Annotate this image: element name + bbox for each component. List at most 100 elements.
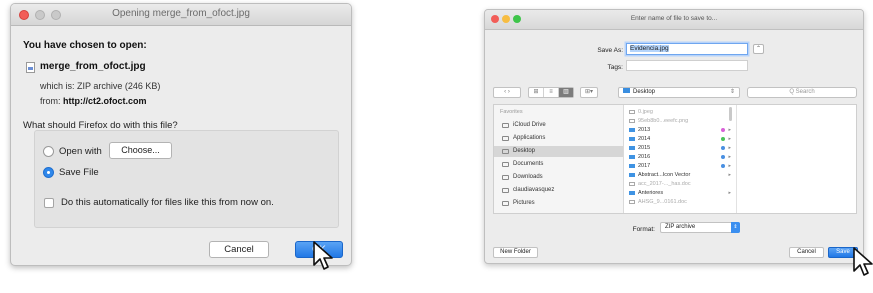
file-list-item[interactable]: acc_2017-..._has.doc [624,180,736,188]
from-prefix: from: [40,96,64,106]
file-list-item[interactable]: 0.jpeg [624,108,736,116]
file-type-info: which is: ZIP archive (246 KB) [40,81,161,91]
save-as-input[interactable]: Evidencia.jpg [626,43,748,55]
mouse-pointer-icon [313,241,333,270]
folder-icon [623,88,630,93]
sidebar-item[interactable]: Pictures [494,198,623,209]
image-file-icon [26,62,35,73]
folder-icon [629,128,635,132]
sidebar-item-icon [502,162,509,167]
column-view-icon[interactable]: ▥ [559,88,573,97]
sidebar-item-label: Documents [513,161,544,167]
back-forward-buttons[interactable]: ‹ › [493,87,521,98]
cancel-button[interactable]: Cancel [209,241,269,258]
sidebar-item-label: Applications [513,135,546,141]
chosen-to-open-heading: You have chosen to open: [23,40,147,51]
file-name: AHSG_9...0161.doc [638,199,687,205]
save-as-label: Save As: [597,47,623,54]
do-automatically-label[interactable]: Do this automatically for files like thi… [61,197,274,208]
format-value: ZIP archive [665,224,696,230]
document-icon [629,110,635,114]
file-name: acc_2017-..._has.doc [638,181,691,187]
file-name: 2014 [638,136,651,142]
action-options-group [34,130,339,228]
firefox-open-dialog: Opening merge_from_ofoct.jpg You have ch… [10,3,352,266]
icon-view-icon[interactable]: ⊞ [529,88,544,97]
file-list-item[interactable]: 2016 ▸ [624,153,736,161]
save-file-radio[interactable] [43,167,54,178]
sidebar-item-label: claudiavasquez [513,187,555,193]
tags-input[interactable] [626,60,748,71]
file-name: merge_from_ofoct.jpg [40,61,146,72]
document-icon [629,182,635,186]
sidebar-item-icon [502,201,509,206]
do-automatically-checkbox[interactable] [44,198,54,208]
file-list-item[interactable]: Abstract...Icon Vector ▸ [624,171,736,179]
list-view-icon[interactable]: ≡ [544,88,559,97]
file-list-item[interactable]: 95eb8b0...eeefc.png [624,117,736,125]
sidebar-item-icon [502,175,509,180]
sidebar-item[interactable]: claudiavasquez [494,185,623,196]
file-name: 2017 [638,163,651,169]
disclosure-arrow-icon: ▸ [728,154,731,160]
color-tag-dot [721,164,725,168]
sidebar-item[interactable]: iCloud Drive [494,120,623,131]
dialog-title: Opening merge_from_ofoct.jpg [112,8,250,19]
file-column: 0.jpeg 95eb8b0...eeefc.png 2013 ▸ 2014 ▸ 2015 ▸… [624,105,737,213]
browser-toolbar: ‹ › ⊞ ≡ ▥ ⊞▾ Desktop ⇕ Q Search [485,84,863,100]
color-tag-dot [721,137,725,141]
sidebar-item[interactable]: Downloads [494,172,623,183]
disclosure-arrow-icon: ▸ [728,136,731,142]
color-tag-dot [721,155,725,159]
choose-application-button[interactable]: Choose... [109,142,172,159]
tags-label: Tags: [607,64,623,71]
chevron-updown-icon: ⇕ [731,222,740,233]
new-folder-button[interactable]: New Folder [493,247,538,258]
open-with-radio[interactable] [43,146,54,157]
sidebar-item-icon [502,123,509,128]
cancel-button[interactable]: Cancel [789,247,824,258]
open-with-label[interactable]: Open with [59,146,102,157]
location-popup[interactable]: Desktop ⇕ [618,87,740,98]
file-list-item[interactable]: 2015 ▸ [624,144,736,152]
format-label: Format: [632,226,655,233]
folder-icon [629,137,635,141]
file-name: 2013 [638,127,651,133]
arrange-menu-button[interactable]: ⊞▾ [580,87,598,98]
folder-icon [629,191,635,195]
file-list-item[interactable]: AHSG_9...0161.doc [624,198,736,206]
sidebar-item-label: Downloads [513,174,543,180]
color-tag-dot [721,128,725,132]
folder-icon [629,173,635,177]
folder-icon [629,164,635,168]
folder-icon [629,146,635,150]
file-list-item[interactable]: 2017 ▸ [624,162,736,170]
sidebar-item[interactable]: Desktop [494,146,623,157]
save-file-label[interactable]: Save File [59,167,99,178]
document-icon [629,119,635,123]
mouse-pointer-icon [853,247,873,276]
sidebar-heading: Favorites [500,109,523,115]
file-list-item[interactable]: 2013 ▸ [624,126,736,134]
expand-dialog-button[interactable]: ⌃ [753,44,764,54]
chevron-updown-icon: ⇕ [729,89,735,95]
disclosure-arrow-icon: ▸ [728,190,731,196]
file-list-item[interactable]: 2014 ▸ [624,135,736,143]
disclosure-arrow-icon: ▸ [728,172,731,178]
view-mode-segment[interactable]: ⊞ ≡ ▥ [528,87,574,98]
format-select[interactable]: ZIP archive ⇕ [660,222,740,233]
sidebar-item-label: Desktop [513,148,536,154]
title-bar[interactable]: Enter name of file to save to... [485,10,863,30]
file-list-item[interactable]: Anteriores ▸ [624,189,736,197]
document-icon [629,200,635,204]
dialog-title: Enter name of file to save to... [630,15,718,22]
search-input[interactable]: Q Search [747,87,857,98]
sidebar-item-label: Pictures [513,200,535,206]
disclosure-arrow-icon: ▸ [728,127,731,133]
title-bar[interactable]: Opening merge_from_ofoct.jpg [11,4,351,26]
sidebar-item[interactable]: Documents [494,159,623,170]
sidebar-item-label: iCloud Drive [513,122,546,128]
sidebar-item[interactable]: Applications [494,133,623,144]
file-name: 2016 [638,154,651,160]
file-name: 0.jpeg [638,109,653,115]
